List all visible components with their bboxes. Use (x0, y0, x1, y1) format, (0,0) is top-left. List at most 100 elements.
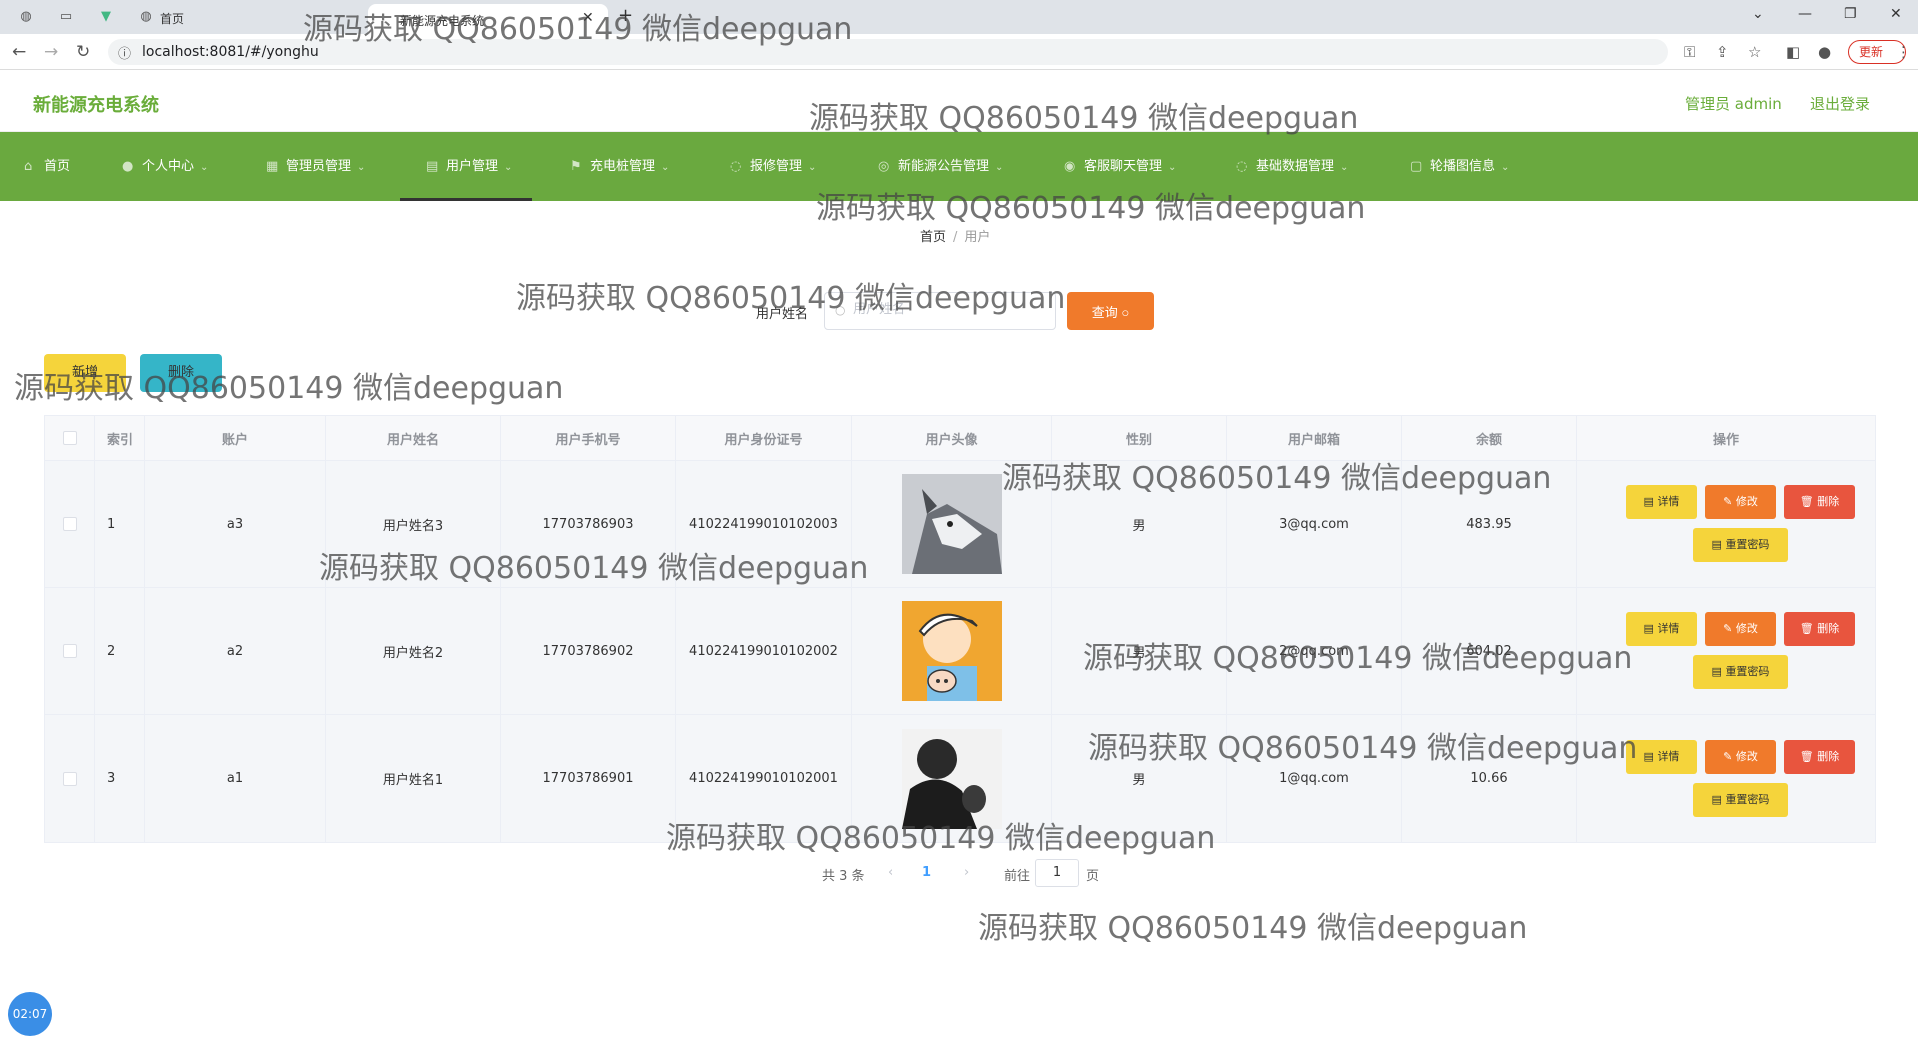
avatar[interactable] (901, 728, 1002, 829)
url-field[interactable] (108, 39, 1668, 65)
globe-icon[interactable]: ◍ (18, 9, 34, 25)
forward-icon[interactable]: → (44, 42, 58, 62)
star-icon[interactable]: ☆ (1748, 43, 1761, 61)
new-tab-icon[interactable]: + (618, 5, 633, 26)
admin-icon: ▦ (266, 159, 279, 174)
back-icon[interactable]: ← (12, 42, 26, 62)
chevron-down-icon: ⌄ (1168, 162, 1177, 173)
reload-icon[interactable]: ↻ (76, 42, 90, 62)
balance-cell: 604.02 (1402, 588, 1577, 714)
nav-item-admins[interactable]: ▦ 管理员管理 ⌄ (266, 132, 365, 201)
nav-item-notices[interactable]: ◎ 新能源公告管理 ⌄ (878, 132, 1003, 201)
nav-label: 管理员管理 (286, 159, 352, 174)
search-input[interactable] (853, 302, 1043, 317)
profile-icon[interactable]: ● (1818, 43, 1831, 61)
browser-tab-bar: ◍ ▭ ▼ ◍ 首页 新能源充电系统 ✕ + ⌄ — ❐ ✕ (0, 0, 1918, 34)
column-header: 用户姓名 (326, 416, 501, 460)
address-bar: ← → ↻ ⓘ localhost:8081/#/yonghu ⚿ ⇪ ☆ ◧ … (0, 34, 1918, 70)
delete-button[interactable]: 🗑 删除 (1784, 739, 1855, 774)
detail-label: 详情 (1657, 749, 1680, 763)
select-all-checkbox[interactable] (62, 431, 77, 445)
edit-button[interactable]: ✎ 修改 (1705, 485, 1776, 519)
page-icon[interactable]: ▭ (58, 9, 74, 25)
tab-title[interactable]: 首页 (160, 10, 184, 27)
close-icon[interactable]: ✕ (582, 10, 594, 26)
active-tab[interactable]: 新能源充电系统 ✕ (368, 4, 608, 34)
close-window-icon[interactable]: ✕ (1890, 6, 1902, 22)
id-card-cell: 410224199010102002 (676, 588, 852, 714)
edit-label: 修改 (1735, 622, 1758, 635)
logout-link[interactable]: 退出登录 (1810, 93, 1870, 114)
batch-delete-button[interactable]: 删除 (140, 354, 222, 392)
search-field[interactable]: ○ (824, 292, 1056, 330)
phone-cell: 17703786901 (501, 715, 676, 842)
carousel-icon: ▢ (1410, 159, 1423, 174)
row-select-cell (45, 461, 95, 587)
next-page-icon[interactable]: › (964, 865, 969, 880)
search-icon: ○ (1121, 304, 1130, 320)
goto-page-input[interactable]: 1 (1035, 859, 1079, 887)
avatar-cell (852, 588, 1052, 714)
nav-item-repairs[interactable]: ◌ 报修管理 ⌄ (730, 132, 816, 201)
reset-label: 重置密码 (1725, 792, 1770, 806)
sidebar-icon[interactable]: ◧ (1786, 43, 1800, 61)
detail-button[interactable]: ▤ 详情 (1626, 485, 1697, 519)
row-checkbox[interactable] (62, 644, 77, 658)
vue-icon[interactable]: ▼ (98, 9, 114, 25)
detail-button[interactable]: ▤ 详情 (1626, 612, 1697, 646)
nav-item-users[interactable]: ▤ 用户管理 ⌄ (400, 132, 533, 201)
notice-icon: ◎ (878, 159, 890, 174)
chevron-down-icon: ⌄ (808, 162, 817, 173)
nav-item-carousel[interactable]: ▢ 轮播图信息 ⌄ (1410, 132, 1509, 201)
globe-icon[interactable]: ◍ (138, 9, 154, 25)
nav-item-chat[interactable]: ◉ 客服聊天管理 ⌄ (1064, 132, 1176, 201)
edit-label: 修改 (1735, 749, 1758, 763)
chevron-down-icon[interactable]: ⌄ (1752, 6, 1764, 22)
url-text[interactable]: localhost:8081/#/yonghu (142, 44, 319, 60)
chevron-down-icon: ⌄ (200, 162, 209, 173)
edit-button[interactable]: ✎ 修改 (1705, 739, 1776, 774)
edit-label: 修改 (1735, 495, 1758, 508)
minimize-icon[interactable]: — (1798, 6, 1812, 22)
table-row: 1 a3 用户姓名3 17703786903 41022419901010200… (45, 461, 1875, 588)
add-button[interactable]: 新增 (44, 354, 126, 392)
breadcrumb-home[interactable]: 首页 (920, 230, 946, 245)
share-icon[interactable]: ⇪ (1716, 43, 1729, 61)
admin-label[interactable]: 管理员 admin (1685, 93, 1782, 114)
id-card-cell: 410224199010102001 (676, 715, 852, 842)
delete-button[interactable]: 🗑 删除 (1784, 485, 1855, 519)
nav-item-home[interactable]: ⌂ 首页 (24, 132, 70, 201)
info-icon[interactable]: ⓘ (118, 43, 131, 62)
row-checkbox[interactable] (62, 771, 77, 786)
nav-label: 报修管理 (750, 159, 803, 174)
avatar[interactable] (901, 474, 1002, 574)
balance-cell: 483.95 (1402, 461, 1577, 587)
user-icon: ● (122, 159, 134, 174)
delete-label: 删除 (1817, 749, 1840, 763)
gender-cell: 男 (1052, 461, 1227, 587)
key-icon[interactable]: ⚿ (1684, 43, 1695, 61)
nav-item-base-data[interactable]: ◌ 基础数据管理 ⌄ (1236, 132, 1348, 201)
goto-label: 前往 (1004, 869, 1031, 884)
more-icon[interactable]: ⋮ (1896, 43, 1911, 61)
main-nav: ⌂ 首页 ● 个人中心 ⌄ ▦ 管理员管理 ⌄ ▤ 用户管理 ⌄ ⚑ 充电桩管理 ⌄ ◌ 报修管理 ⌄… (0, 132, 1918, 201)
nav-label: 首页 (44, 159, 71, 174)
reset-password-button[interactable]: ▤ 重置密码 (1693, 782, 1788, 817)
column-header: 用户头像 (852, 416, 1052, 460)
reset-password-button[interactable]: ▤ 重置密码 (1693, 528, 1788, 562)
name-cell: 用户姓名3 (326, 461, 501, 587)
detail-button[interactable]: ▤ 详情 (1626, 739, 1697, 774)
restore-icon[interactable]: ❐ (1844, 6, 1857, 22)
prev-page-icon[interactable]: ‹ (888, 865, 893, 880)
delete-button[interactable]: 🗑 删除 (1784, 612, 1855, 646)
query-button[interactable]: 查询 ○ (1067, 292, 1154, 330)
nav-item-profile[interactable]: ● 个人中心 ⌄ (122, 132, 208, 201)
avatar[interactable] (901, 601, 1002, 701)
edit-button[interactable]: ✎ 修改 (1705, 612, 1776, 646)
reset-password-button[interactable]: ▤ 重置密码 (1693, 655, 1788, 689)
row-select-cell (45, 715, 95, 842)
row-checkbox[interactable] (62, 517, 77, 531)
page-number[interactable]: 1 (922, 865, 931, 880)
table-row: 2 a2 用户姓名2 17703786902 41022419901010200… (45, 588, 1875, 715)
nav-item-chargers[interactable]: ⚑ 充电桩管理 ⌄ (570, 132, 669, 201)
